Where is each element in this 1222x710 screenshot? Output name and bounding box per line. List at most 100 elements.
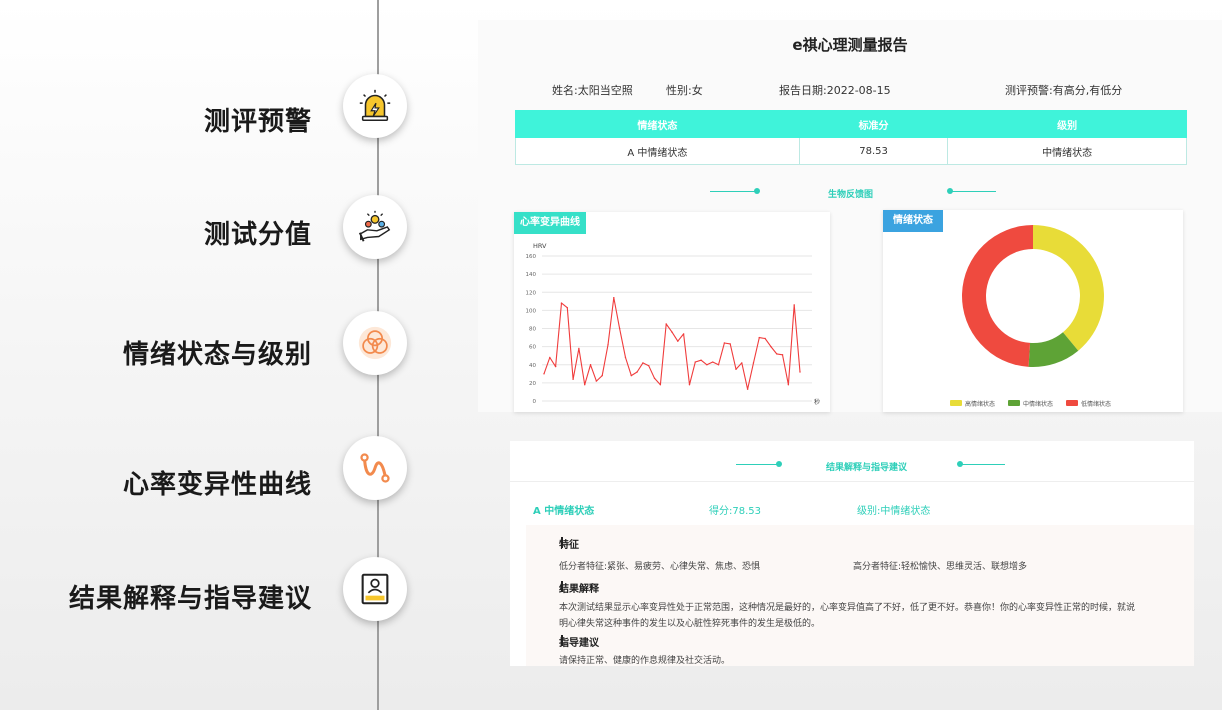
step-label-warning: 测评预警 — [203, 107, 312, 137]
y-tick-label: 40 — [529, 363, 536, 369]
step-label-emotion: 情绪状态与级别 — [122, 340, 312, 370]
hrv-data-point — [706, 364, 708, 366]
hrv-data-point — [677, 340, 679, 342]
table-row: A 中情绪状态 78.53 中情绪状态 — [515, 137, 1187, 165]
hrv-data-point — [566, 306, 568, 309]
hrv-data-point — [578, 347, 580, 350]
warning-info: 测评预警:有高分,有低分 — [1005, 84, 1123, 97]
hrv-data-point — [653, 377, 656, 380]
hrv-data-point — [648, 364, 650, 367]
hrv-data-point — [618, 327, 621, 330]
divider-line — [710, 191, 756, 192]
table-cell: 中情绪状态 — [947, 137, 1187, 165]
advice-heading: 指导建议 — [559, 638, 599, 649]
hrv-line-chart: 0 20 40 60 80 100 120 140 160 HRV 秒 — [526, 242, 821, 406]
legend-swatch — [1066, 400, 1078, 406]
gender-info: 性别:女 — [666, 84, 703, 97]
hrv-data-point — [636, 371, 638, 373]
hrv-data-point — [688, 383, 691, 386]
donut-slice-3 — [962, 225, 1033, 367]
low-score-feature: 低分者特征:紧张、易疲劳、心律失常、焦虑、恐惧 — [559, 562, 761, 572]
warning-light-icon — [343, 74, 407, 138]
hrv-data-point — [595, 380, 598, 382]
explain-heading: 结果解释 — [559, 584, 599, 595]
y-tick-label: 160 — [526, 254, 537, 260]
report-panel: e祺心理测量报告 姓名:太阳当空照 性别:女 报告日期:2022-08-15 测… — [478, 20, 1222, 412]
summary-state: A 中情绪状态 — [533, 506, 595, 517]
curve-icon — [343, 436, 407, 500]
hrv-data-point — [717, 364, 720, 366]
table-header: 情绪状态 — [515, 110, 800, 138]
donut-slice-1 — [1033, 225, 1104, 351]
hrv-data-point — [758, 336, 760, 339]
table-header-row: 情绪状态 标准分 级别 — [515, 110, 1187, 138]
table-header: 级别 — [947, 110, 1187, 138]
hrv-data-point — [630, 374, 632, 377]
summary-score: 得分:78.53 — [709, 506, 761, 517]
report-title: e祺心理测量报告 — [792, 36, 908, 54]
hrv-data-point — [671, 331, 673, 333]
document-icon — [343, 557, 407, 621]
hrv-data-point — [746, 388, 749, 390]
name-info: 姓名:太阳当空照 — [552, 84, 633, 97]
hrv-data-point — [549, 356, 551, 359]
hrv-data-point — [601, 374, 603, 377]
hrv-data-point — [624, 356, 627, 359]
hrv-data-point — [787, 383, 790, 386]
legend-swatch — [950, 400, 962, 406]
divider-dot — [754, 188, 760, 194]
step-label-score: 测试分值 — [203, 220, 312, 250]
summary-level: 级别:中情绪状态 — [857, 506, 931, 517]
hrv-data-point — [589, 364, 592, 366]
legend-label: 中情绪状态 — [1023, 400, 1053, 408]
result-panel: 结果解释与指导建议 A 中情绪状态 得分:78.53 级别:中情绪状态 特征 低… — [510, 441, 1194, 666]
result-body: 特征 低分者特征:紧张、易疲劳、心律失常、焦虑、恐惧 高分者特征:轻松愉快、思维… — [526, 525, 1194, 666]
advice-text: 请保持正常、健康的作息规律及社交活动。 — [559, 656, 731, 666]
hrv-data-point — [799, 371, 801, 373]
hrv-data-point — [613, 296, 615, 299]
step-label-hrv: 心率变异性曲线 — [122, 470, 312, 500]
hand-score-icon — [343, 195, 407, 259]
divider-line — [961, 464, 1005, 465]
y-tick-label: 60 — [529, 345, 536, 351]
hrv-data-point — [694, 361, 696, 363]
hrv-chart-card: 心率变异曲线 0 20 40 60 80 100 120 140 160 HRV 秒 — [514, 212, 830, 412]
table-cell: A 中情绪状态 — [515, 137, 800, 165]
hrv-data-point — [752, 362, 755, 364]
hrv-data-point — [665, 323, 667, 325]
hrv-data-point — [554, 365, 557, 368]
table-header: 标准分 — [798, 110, 949, 138]
high-score-feature: 高分者特征:轻松愉快、思维灵活、联想增多 — [853, 562, 1028, 572]
hrv-data-point — [659, 383, 662, 386]
divider-line — [736, 464, 778, 465]
hrv-data-point — [723, 342, 726, 344]
hrv-data-point — [560, 302, 563, 304]
hrv-data-point — [682, 333, 685, 335]
report-date: 报告日期:2022-08-15 — [779, 84, 891, 97]
x-axis-label: 秒 — [814, 398, 820, 406]
hrv-data-point — [584, 383, 586, 386]
hrv-data-point — [770, 345, 772, 348]
hrv-data-point — [735, 368, 737, 370]
y-tick-label: 0 — [533, 399, 537, 405]
feature-heading: 特征 — [559, 540, 579, 551]
y-tick-label: 20 — [529, 381, 536, 387]
hrv-data-point — [700, 359, 702, 361]
divider — [510, 481, 1194, 482]
hrv-data-point — [729, 343, 731, 345]
hrv-data-point — [712, 361, 714, 363]
emotion-donut-chart: 高情绪状态 中情绪状态 低情绪状态 — [950, 225, 1111, 408]
legend-label: 低情绪状态 — [1081, 400, 1111, 408]
explain-text-line1: 本次测试结果显示心率变异性处于正常范围，这种情况是最好的，心率变异值高了不好，低… — [559, 603, 1136, 613]
y-axis-label: HRV — [533, 242, 547, 250]
divider-dot — [776, 461, 782, 467]
status-table: 情绪状态 标准分 级别 A 中情绪状态 78.53 中情绪状态 — [515, 110, 1187, 165]
hrv-data-point — [607, 344, 609, 346]
result-section-title: 结果解释与指导建议 — [826, 463, 908, 473]
step-label-result: 结果解释与指导建议 — [68, 584, 312, 614]
hrv-series-line — [543, 297, 801, 390]
explain-text-line2: 明心律失常这种事件的发生以及心脏性猝死事件的发生是极低的。 — [559, 619, 821, 629]
y-tick-label: 140 — [526, 272, 537, 278]
hrv-data-point — [572, 378, 574, 380]
y-tick-label: 80 — [529, 327, 536, 333]
